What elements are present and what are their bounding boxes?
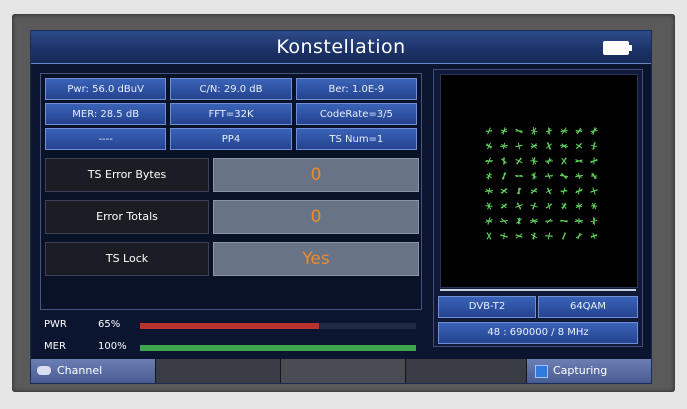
- constellation-point: [590, 205, 598, 207]
- measurement-panel: Pwr: 56.0 dBuV C/N: 29.0 dB Ber: 1.0E-9 …: [40, 73, 422, 310]
- bar-percent: 100%: [98, 341, 127, 352]
- analyzer-screen: Konstellation Pwr: 56.0 dBuV C/N: 29.0 d…: [30, 30, 652, 384]
- softkey-4[interactable]: [406, 359, 527, 383]
- parameter-grid: Pwr: 56.0 dBuV C/N: 29.0 dB Ber: 1.0E-9 …: [45, 78, 417, 150]
- param-cn: C/N: 29.0 dB: [170, 78, 292, 100]
- constellation-point: [530, 220, 538, 222]
- level-bars: PWR 65% MER 100%: [40, 317, 420, 357]
- capturing-label: Capturing: [553, 364, 608, 377]
- modulation-button[interactable]: 64QAM: [538, 296, 638, 318]
- constellation-point: [515, 234, 523, 238]
- param-mer: MER: 28.5 dB: [45, 103, 167, 125]
- constellation-plot: [484, 127, 598, 240]
- stat-value: 0: [213, 158, 419, 192]
- bar-label: PWR: [44, 319, 67, 330]
- standard-button[interactable]: DVB-T2: [438, 296, 536, 318]
- constellation-diagram: [440, 74, 638, 288]
- stat-row-ts-error-bytes: TS Error Bytes 0: [45, 158, 419, 192]
- constellation-point: [515, 144, 523, 148]
- softkey-bar: Channel Capturing: [31, 359, 651, 383]
- constellation-point: [562, 202, 566, 210]
- constellation-point: [590, 130, 598, 132]
- param-fft: FFT=32K: [170, 103, 292, 125]
- constellation-point: [560, 129, 568, 133]
- param-power: Pwr: 56.0 dBuV: [45, 78, 167, 100]
- constellation-point: [575, 204, 583, 208]
- capturing-softkey[interactable]: Capturing: [527, 359, 651, 383]
- stat-row-error-totals: Error Totals 0: [45, 200, 419, 234]
- blue-key-icon: [535, 365, 548, 378]
- param-ts-num: TS Num=1: [295, 128, 417, 150]
- softkey-3[interactable]: [281, 359, 406, 383]
- bar-fill: [140, 345, 416, 351]
- page-title: Konstellation: [276, 36, 406, 58]
- bar-percent: 65%: [98, 319, 121, 330]
- param-coderate: CodeRate=3/5: [295, 103, 417, 125]
- frequency-button[interactable]: 48 : 690000 / 8 MHz: [438, 322, 638, 344]
- bar-track: [140, 345, 416, 351]
- constellation-point: [485, 205, 493, 207]
- battery-icon: [603, 41, 632, 55]
- bar-label: MER: [44, 341, 66, 352]
- bar-track: [140, 323, 416, 329]
- constellation-point: [516, 157, 522, 165]
- param-empty: ----: [45, 128, 167, 150]
- stat-label: Error Totals: [45, 200, 209, 234]
- constellation-point: [515, 175, 523, 177]
- constellation-point: [547, 157, 551, 165]
- bar-fill: [140, 323, 320, 329]
- stat-label: TS Error Bytes: [45, 158, 209, 192]
- channel-softkey[interactable]: Channel: [31, 359, 156, 383]
- constellation-point: [545, 235, 553, 237]
- constellation-point: [575, 190, 583, 192]
- divider: [440, 289, 636, 291]
- pwr-bar: PWR 65%: [40, 317, 420, 335]
- stat-row-ts-lock: TS Lock Yes: [45, 242, 419, 276]
- constellation-point: [500, 219, 508, 223]
- constellation-panel: DVB-T2 64QAM 48 : 690000 / 8 MHz: [433, 69, 643, 347]
- stat-value: Yes: [213, 242, 419, 276]
- stat-value: 0: [213, 200, 419, 234]
- mer-bar: MER 100%: [40, 339, 420, 357]
- constellation-point: [562, 232, 566, 240]
- softkey-2[interactable]: [156, 359, 281, 383]
- param-ber: Ber: 1.0E-9: [295, 78, 417, 100]
- channel-label: Channel: [57, 364, 103, 377]
- stat-label: TS Lock: [45, 242, 209, 276]
- param-pilot: PP4: [170, 128, 292, 150]
- gamepad-icon: [37, 366, 51, 375]
- constellation-point: [503, 172, 505, 180]
- title-bar: Konstellation: [31, 31, 651, 64]
